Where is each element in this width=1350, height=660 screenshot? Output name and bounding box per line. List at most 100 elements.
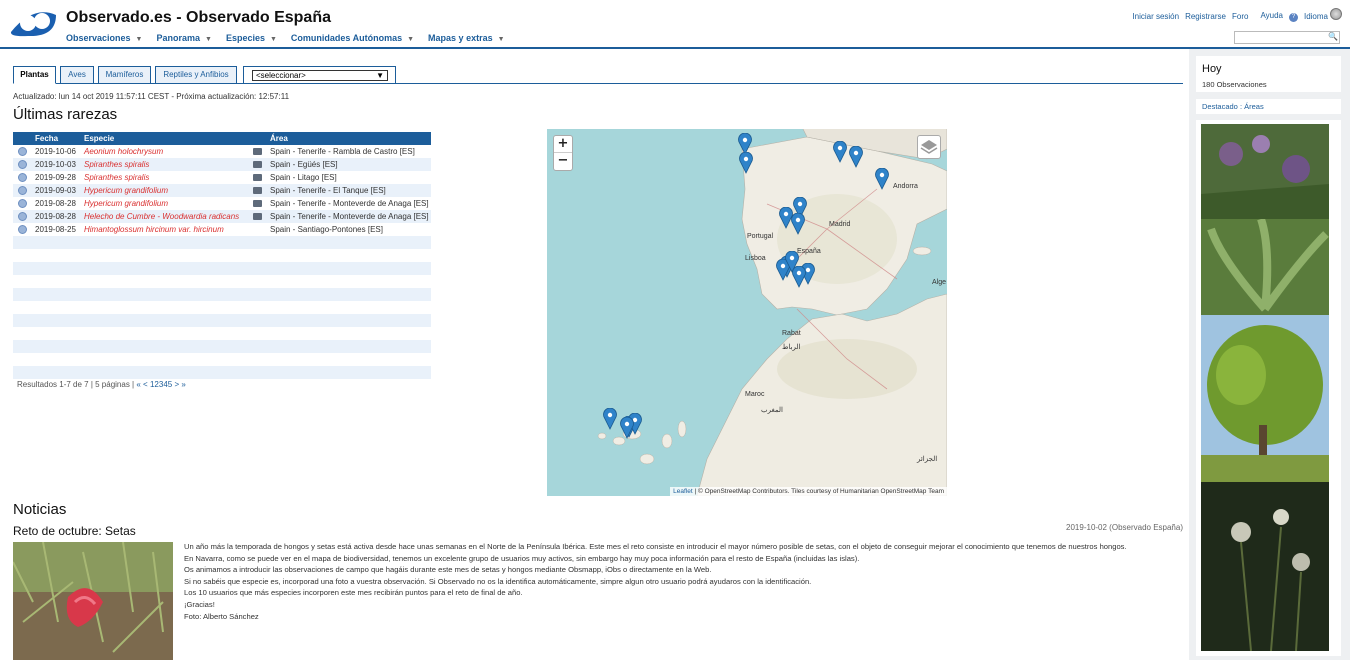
nav-observaciones[interactable]: Observaciones ▼ — [66, 33, 142, 43]
help-link[interactable]: Ayuda? — [1254, 11, 1298, 22]
info-icon[interactable] — [18, 173, 27, 182]
featured-photo[interactable] — [1201, 315, 1329, 482]
site-logo-icon[interactable] — [8, 7, 58, 37]
table-row — [13, 366, 431, 379]
search-input[interactable]: 🔍 — [1234, 31, 1340, 44]
table-row[interactable]: 2019-08-25 Himantoglossum hircinum var. h… — [13, 223, 431, 236]
search-icon[interactable]: 🔍 — [1328, 32, 1338, 41]
observation-map[interactable]: Andorra Portugal Madrid España Lisboa Al… — [547, 129, 947, 496]
language-link[interactable]: Idioma — [1304, 12, 1328, 21]
table-row[interactable]: 2019-08-28 Hypericum grandifolium Spain - … — [13, 197, 431, 210]
nav-panorama[interactable]: Panorama ▼ — [156, 33, 211, 43]
map-label: Alge — [932, 279, 947, 286]
map-label: España — [797, 248, 821, 255]
info-icon[interactable] — [18, 147, 27, 156]
row-species-link[interactable]: Hypericum grandifolium — [84, 197, 168, 210]
pager-next[interactable]: > — [174, 380, 179, 389]
nav-comunidades[interactable]: Comunidades Autónomas ▼ — [291, 33, 414, 43]
row-species-link[interactable]: Helecho de Cumbre - Woodwardia radicans — [84, 210, 239, 223]
row-species-link[interactable]: Spiranthes spiralis — [84, 158, 149, 171]
tab-plantas[interactable]: Plantas — [13, 66, 56, 84]
login-link[interactable]: Iniciar sesión — [1132, 12, 1179, 21]
layers-icon[interactable] — [917, 135, 941, 159]
row-species-link[interactable]: Himantoglossum hircinum var. hircinum — [84, 223, 224, 236]
map-marker-icon[interactable] — [603, 408, 617, 430]
table-row — [13, 249, 431, 262]
map-marker-icon[interactable] — [791, 213, 805, 235]
camera-icon[interactable] — [253, 148, 262, 155]
updated-status: Actualizado: lun 14 oct 2019 11:57:11 CE… — [13, 92, 290, 101]
map-marker-icon[interactable] — [849, 146, 863, 168]
top-links: Iniciar sesión Registrarse Foro Ayuda? I… — [1126, 11, 1328, 22]
dropdown-arrow-icon: ▼ — [376, 71, 384, 80]
table-row[interactable]: 2019-09-03 Hypericum grandifolium Spain - … — [13, 184, 431, 197]
table-header: Fecha Especie Área — [13, 132, 431, 145]
info-icon[interactable] — [18, 212, 27, 221]
featured-photo[interactable] — [1201, 124, 1329, 219]
map-marker-icon[interactable] — [620, 417, 634, 439]
forum-link[interactable]: Foro — [1232, 12, 1248, 21]
select-value: <seleccionar> — [256, 71, 306, 80]
map-marker-icon[interactable] — [875, 168, 889, 190]
map-marker-icon[interactable] — [792, 266, 806, 288]
table-row — [13, 314, 431, 327]
globe-icon[interactable] — [1330, 8, 1342, 20]
leaflet-link[interactable]: Leaflet — [673, 488, 693, 495]
news-paragraph: Si no sabéis que especie es, incorporad … — [184, 576, 812, 586]
map-marker-icon[interactable] — [739, 152, 753, 174]
nav-especies[interactable]: Especies ▼ — [226, 33, 277, 43]
map-marker-icon[interactable] — [833, 141, 847, 163]
table-row[interactable]: 2019-10-03 Spiranthes spiralis Spain - Egü… — [13, 158, 431, 171]
chevron-down-icon: ▼ — [205, 36, 212, 43]
table-row — [13, 262, 431, 275]
news-photo[interactable] — [13, 542, 173, 660]
zoom-out-button[interactable]: − — [554, 153, 572, 170]
row-area: Spain - Tenerife - Rambla de Castro [ES] — [270, 147, 415, 156]
news-paragraph: En Navarra, como se puede ver en el mapa… — [184, 553, 860, 563]
news-body: Un año más la temporada de hongos y seta… — [184, 541, 1184, 622]
pager-last[interactable]: » — [181, 380, 185, 389]
pager-first[interactable]: « — [136, 380, 140, 389]
featured-photo[interactable] — [1201, 482, 1329, 651]
chevron-down-icon: ▼ — [407, 36, 415, 43]
info-icon[interactable] — [18, 160, 27, 169]
row-species-link[interactable]: Spiranthes spiralis — [84, 171, 149, 184]
info-icon[interactable] — [18, 186, 27, 195]
camera-icon[interactable] — [253, 161, 262, 168]
nav-mapas[interactable]: Mapas y extras ▼ — [428, 33, 504, 43]
table-row[interactable]: 2019-09-28 Spiranthes spiralis Spain - Lit… — [13, 171, 431, 184]
today-count[interactable]: 180 Observaciones — [1202, 80, 1267, 89]
col-date: Fecha — [35, 134, 59, 143]
map-label: Madrid — [829, 221, 851, 228]
row-species-link[interactable]: Hypericum grandifolium — [84, 184, 168, 197]
pager: Resultados 1-7 de 7 | 5 páginas | « < 12… — [17, 380, 186, 389]
table-row — [13, 301, 431, 314]
row-species-link[interactable]: Aeonium holochrysum — [84, 145, 163, 158]
row-date: 2019-10-06 — [35, 147, 76, 156]
site-title[interactable]: Observado.es - Observado España — [66, 9, 331, 27]
camera-icon[interactable] — [253, 213, 262, 220]
register-link[interactable]: Registrarse — [1185, 12, 1226, 21]
info-icon[interactable] — [18, 225, 27, 234]
nav-label: Observaciones — [66, 33, 131, 43]
tab-reptiles[interactable]: Reptiles y Anfibios — [155, 66, 237, 84]
featured-link[interactable]: Destacado : Áreas — [1196, 99, 1341, 114]
news-headline[interactable]: Reto de octubre: Setas — [13, 524, 136, 538]
info-icon[interactable] — [18, 199, 27, 208]
featured-photo[interactable] — [1201, 219, 1329, 315]
camera-icon[interactable] — [253, 200, 262, 207]
group-select[interactable]: <seleccionar> ▼ — [252, 70, 388, 81]
table-row[interactable]: 2019-10-06 Aeonium holochrysum Spain - Ten… — [13, 145, 431, 158]
tab-mamiferos[interactable]: Mamíferos — [98, 66, 151, 84]
table-row[interactable]: 2019-08-28 Helecho de Cumbre - Woodwardia… — [13, 210, 431, 223]
pager-prev[interactable]: < — [143, 380, 148, 389]
camera-icon[interactable] — [253, 174, 262, 181]
pager-page-5[interactable]: 5 — [168, 380, 172, 389]
row-date: 2019-08-28 — [35, 212, 76, 221]
zoom-in-button[interactable]: + — [554, 136, 572, 153]
attribution-text: | © OpenStreetMap Contributors. Tiles co… — [694, 488, 944, 495]
tab-aves[interactable]: Aves — [60, 66, 94, 84]
chevron-down-icon: ▼ — [135, 36, 143, 43]
camera-icon[interactable] — [253, 187, 262, 194]
news-paragraph: Un año más la temporada de hongos y seta… — [184, 542, 1127, 551]
